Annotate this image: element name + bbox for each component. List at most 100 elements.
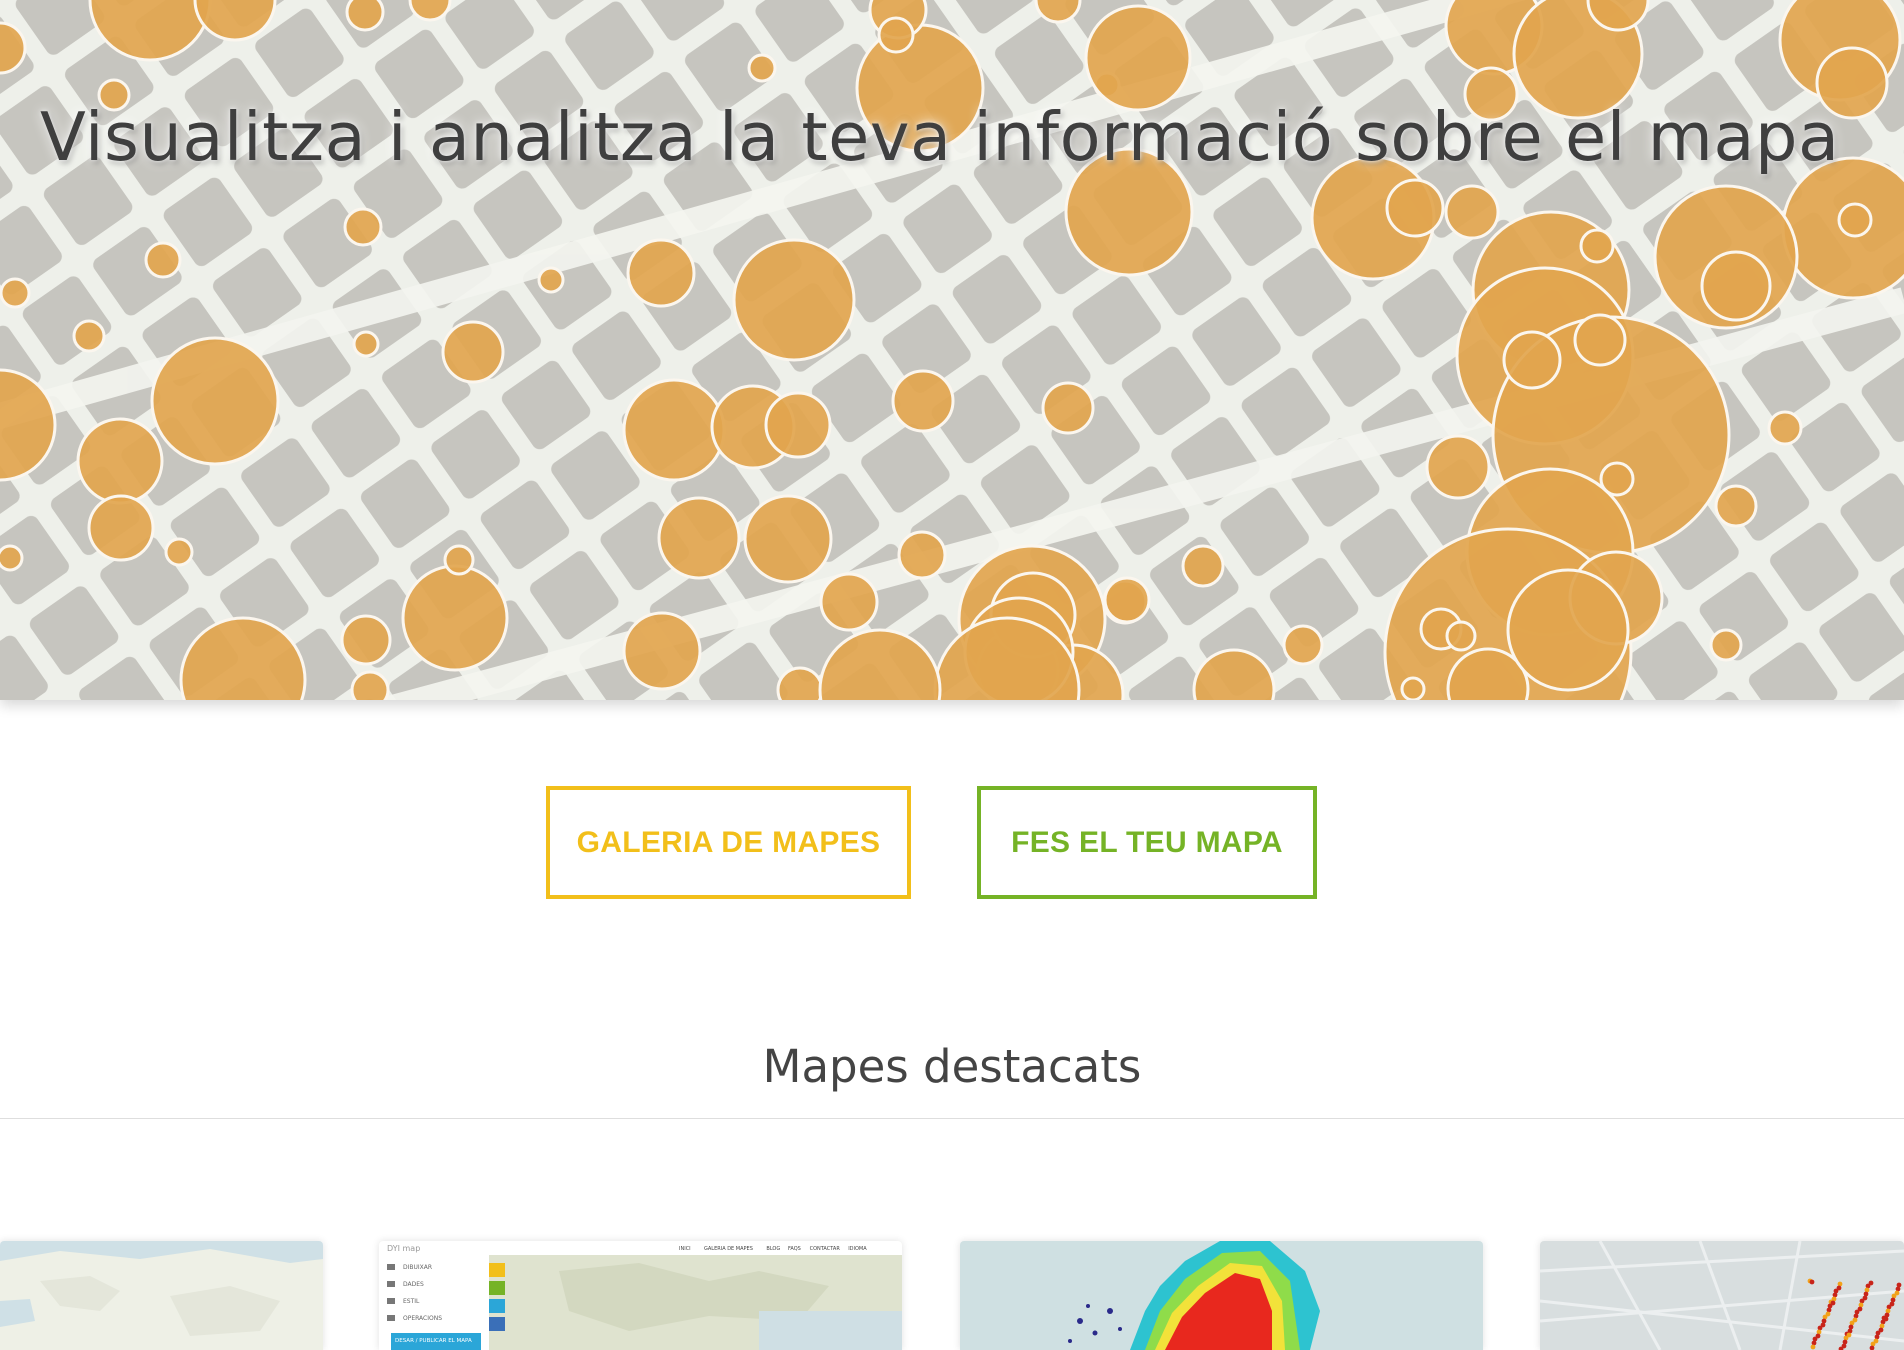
map-point: [1884, 1312, 1890, 1318]
map-point: [1862, 1295, 1868, 1301]
map-point: [1837, 1281, 1843, 1287]
map-point: [1810, 1344, 1816, 1350]
hero-bubble: [1181, 544, 1225, 588]
editor-logo: DYI map: [387, 1244, 420, 1253]
editor-nav-item: FAQS: [788, 1246, 801, 1252]
map-point: [1830, 1300, 1836, 1306]
map-point: [1894, 1290, 1900, 1296]
hero-bubble: [657, 496, 741, 580]
map-point: [1842, 1339, 1848, 1345]
hero-bubble: [1767, 410, 1803, 446]
hero-bubble: [1103, 576, 1151, 624]
map-point: [1821, 1318, 1827, 1324]
editor-menu-item: ESTIL: [403, 1298, 420, 1305]
featured-map-card-points[interactable]: [1540, 1241, 1904, 1350]
hero-title: Visualitza i analitza la teva informació…: [40, 98, 1840, 176]
hero-bubble: [443, 544, 475, 576]
editor-menu-item: OPERACIONS: [403, 1315, 442, 1322]
hero-bubble: [1506, 568, 1630, 692]
hero-bubble: [897, 530, 947, 580]
hero-bubble: [622, 378, 726, 482]
hero-bubble: [622, 611, 702, 691]
hero-bubble: [1502, 330, 1562, 390]
map-point: [1847, 1328, 1853, 1334]
map-point: [1883, 1316, 1889, 1322]
hero-bubble: [732, 238, 856, 362]
editor-menu-icon: [387, 1281, 395, 1287]
map-point: [1890, 1297, 1896, 1303]
hero-bubble: [72, 319, 106, 353]
hero-bubble: [877, 16, 915, 54]
editor-menu-icon: [387, 1264, 395, 1270]
hero-bubble: [743, 494, 833, 584]
hero-bubble: [1709, 628, 1743, 662]
editor-nav-item: IDIOMA: [848, 1246, 867, 1252]
hero-bubble: [1714, 484, 1758, 528]
map-point: [1831, 1296, 1837, 1302]
hero-bubble: [0, 277, 31, 309]
editor-menu-icon: [387, 1298, 395, 1304]
map-point: [1846, 1332, 1852, 1338]
hero-bubble: [150, 336, 280, 466]
hero-bubble: [0, 544, 24, 572]
map-point: [1811, 1340, 1817, 1346]
map-point: [1825, 1311, 1831, 1317]
hero-bubble: [401, 564, 509, 672]
featured-map-card-editor[interactable]: DYI map DIBUIXAR DADES ESTIL OPERACIONS DES…: [379, 1241, 902, 1350]
heatmap-thumbnail: [960, 1241, 1483, 1350]
map-point: [1820, 1322, 1826, 1328]
editor-nav-item: GALERIA DE MAPES: [704, 1246, 753, 1252]
hero-bubble: [764, 391, 832, 459]
map-point: [1863, 1291, 1869, 1297]
hero-bubble: [1573, 313, 1627, 367]
map-point: [1809, 1279, 1815, 1285]
featured-map-card-heatmap[interactable]: [960, 1241, 1483, 1350]
hero-bubble: [352, 330, 380, 358]
world-map-thumbnail: [0, 1241, 323, 1350]
hero-bubble: [1084, 4, 1192, 112]
hero-banner: Visualitza i analitza la teva informació…: [0, 0, 1904, 700]
map-point: [1816, 1329, 1822, 1335]
map-point: [1895, 1286, 1901, 1292]
points-map-thumbnail: [1540, 1241, 1904, 1350]
map-point: [1868, 1280, 1874, 1286]
map-gallery-button[interactable]: GALERIA DE MAPES: [546, 786, 911, 899]
editor-menu-item: DADES: [403, 1281, 424, 1288]
hero-bubble: [537, 266, 565, 294]
map-point: [1873, 1338, 1879, 1344]
section-divider: [0, 1118, 1904, 1119]
hero-bubble: [87, 494, 155, 562]
map-point: [1857, 1306, 1863, 1312]
map-point: [1889, 1301, 1895, 1307]
map-point: [1874, 1334, 1880, 1340]
editor-nav-item: INICI: [679, 1246, 691, 1252]
hero-bubble: [1444, 184, 1500, 240]
map-point: [1864, 1287, 1870, 1293]
hero-bubble: [1837, 202, 1873, 238]
make-your-map-button[interactable]: FES EL TEU MAPA: [977, 786, 1317, 899]
map-point: [1878, 1327, 1884, 1333]
editor-map-thumbnail: DYI map DIBUIXAR DADES ESTIL OPERACIONS DES…: [379, 1241, 902, 1350]
editor-publish-label: DESAR / PUBLICAR EL MAPA: [395, 1338, 472, 1344]
editor-menu-item: DIBUIXAR: [403, 1264, 432, 1271]
hero-bubble: [891, 369, 955, 433]
hero-bubble: [1700, 250, 1772, 322]
map-point: [1885, 1308, 1891, 1314]
hero-bubble: [345, 0, 385, 32]
hero-bubble: [1282, 624, 1324, 666]
map-point: [1815, 1333, 1821, 1339]
featured-map-card-world[interactable]: [0, 1241, 323, 1350]
map-point: [1826, 1307, 1832, 1313]
hero-bubble: [1445, 620, 1477, 652]
map-point: [1896, 1282, 1902, 1288]
hero-bubble: [76, 417, 164, 505]
hero-bubble: [1400, 676, 1426, 700]
editor-nav-item: BLOG: [766, 1246, 780, 1252]
map-point: [1836, 1285, 1842, 1291]
map-point: [1852, 1317, 1858, 1323]
map-point: [1858, 1302, 1864, 1308]
hero-bubble: [626, 238, 696, 308]
editor-menu-icon: [387, 1315, 395, 1321]
map-point: [1832, 1292, 1838, 1298]
hero-bubble: [1041, 381, 1095, 435]
